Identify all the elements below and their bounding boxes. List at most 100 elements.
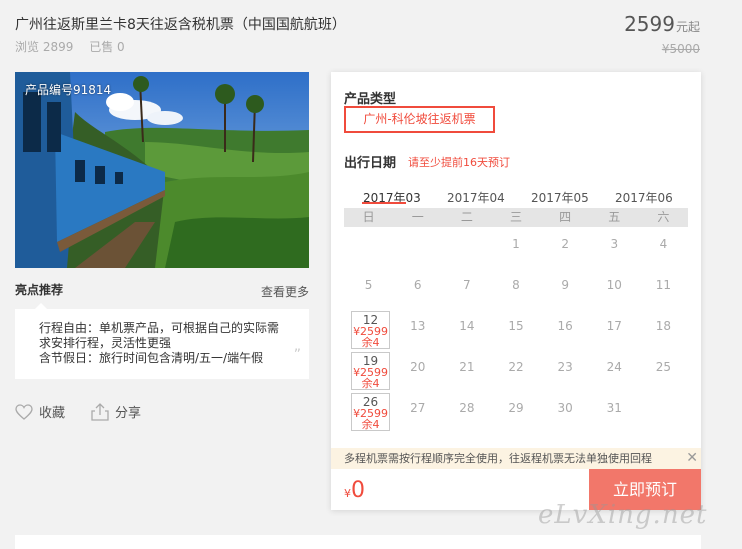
calendar-day: 14 xyxy=(442,309,491,350)
total-value: 0 xyxy=(351,478,365,503)
weekday: 五 xyxy=(608,210,621,224)
favorite-button[interactable]: 收藏 xyxy=(15,402,65,421)
weekday: 四 xyxy=(559,210,572,224)
share-button[interactable]: 分享 xyxy=(91,402,141,421)
calendar: 日 一 二 三 四 五 六 1 2 3 4 5 6 7 8 9 10 11 12 ¥2599 余4 13 14… xyxy=(344,208,688,432)
month-tab[interactable]: 2017年04 xyxy=(447,189,517,206)
action-bar: 收藏 分享 xyxy=(15,402,141,421)
day-number: 6 xyxy=(413,278,422,292)
product-type-label: 产品类型 xyxy=(344,92,397,107)
product-meta: 浏览 2899 已售 0 xyxy=(15,38,137,55)
highlight-line: 求安排行程，灵活性更强 xyxy=(39,336,172,350)
day-number xyxy=(344,227,393,237)
day-number: 19 xyxy=(362,354,379,368)
highlight-line: 含节假日：旅行时间包含清明/五一/端午假 xyxy=(39,351,264,365)
day-number: 10 xyxy=(606,278,622,292)
month-tab[interactable]: 2017年06 xyxy=(615,189,685,206)
day-number: 25 xyxy=(655,360,672,374)
highlights-title: 亮点推荐 xyxy=(15,283,64,297)
calendar-day: 4 xyxy=(639,227,688,268)
day-number: 23 xyxy=(557,360,573,374)
calendar-empty-cell xyxy=(344,227,393,268)
product-title: 广州往返斯里兰卡8天往返含税机票（中国国航航班） xyxy=(15,17,346,33)
calendar-day: 16 xyxy=(541,309,590,350)
active-month-indicator xyxy=(362,202,406,204)
calendar-day: 5 xyxy=(344,268,393,309)
calendar-day: 9 xyxy=(541,268,590,309)
day-number: 24 xyxy=(606,360,622,374)
day-number: 3 xyxy=(610,237,619,251)
notice-text: 多程机票需按行程顺序完全使用，往返程机票无法单独使用回程 xyxy=(344,452,652,465)
calendar-day[interactable]: 12 ¥2599 余4 xyxy=(351,311,391,349)
day-number: 12 xyxy=(362,313,379,327)
weekday: 三 xyxy=(509,210,522,224)
calendar-day: 3 xyxy=(590,227,639,268)
travel-date-label: 出行日期 xyxy=(344,156,397,171)
day-number xyxy=(639,391,688,401)
calendar-day: 18 xyxy=(639,309,688,350)
day-number: 16 xyxy=(557,319,573,333)
product-type-option[interactable]: 广州-科伦坡往返机票 xyxy=(344,106,495,133)
booking-panel: 产品类型 广州-科伦坡往返机票 出行日期 请至少提前16天预订 2017年03 … xyxy=(331,72,701,510)
weekday: 六 xyxy=(657,210,670,224)
day-number xyxy=(442,227,491,237)
day-number: 18 xyxy=(655,319,672,333)
highlights-box: 行程自由：单机票产品，可根据自己的实际需 求安排行程，灵活性更强 含节假日：旅行… xyxy=(15,303,309,379)
calendar-day: 2 xyxy=(541,227,590,268)
day-number: 28 xyxy=(459,401,475,415)
month-tab[interactable]: 2017年05 xyxy=(531,189,601,206)
day-number: 11 xyxy=(655,278,672,292)
original-price: ¥5000 xyxy=(661,42,700,56)
calendar-day: 6 xyxy=(393,268,442,309)
calendar-day: 27 xyxy=(393,391,442,432)
calendar-day: 8 xyxy=(491,268,540,309)
product-photo: 产品编号91814 xyxy=(15,72,309,268)
calendar-day: 20 xyxy=(393,350,442,391)
weekday: 一 xyxy=(411,210,424,224)
calendar-day: 17 xyxy=(590,309,639,350)
bottom-section xyxy=(15,535,701,549)
weekday: 二 xyxy=(460,210,473,224)
calendar-day: 13 xyxy=(393,309,442,350)
day-number: 15 xyxy=(508,319,524,333)
calendar-day: 28 xyxy=(442,391,491,432)
calendar-day: 31 xyxy=(590,391,639,432)
calendar-day: 24 xyxy=(590,350,639,391)
calendar-grid: 1 2 3 4 5 6 7 8 9 10 11 12 ¥2599 余4 13 14 15 16 17 18 19 ¥259… xyxy=(344,227,688,432)
weekday: 日 xyxy=(362,210,375,224)
day-number: 14 xyxy=(459,319,475,333)
calendar-empty-cell xyxy=(639,391,688,432)
calendar-day[interactable]: 19 ¥2599 余4 xyxy=(351,352,391,390)
day-number: 20 xyxy=(410,360,426,374)
price-box: 2599元起 ¥5000 xyxy=(624,12,700,56)
day-number: 8 xyxy=(512,278,520,292)
day-number: 29 xyxy=(508,401,524,415)
day-number: 31 xyxy=(606,401,622,415)
day-number: 5 xyxy=(364,278,373,292)
date-tip: 请至少提前16天预订 xyxy=(408,156,510,169)
heart-icon xyxy=(15,403,33,420)
calendar-day: 29 xyxy=(491,391,540,432)
calendar-day: 23 xyxy=(541,350,590,391)
price-value: 2599 xyxy=(624,12,675,36)
product-code: 产品编号91814 xyxy=(25,83,112,97)
train-landscape-image xyxy=(15,72,309,268)
total-price: ¥0 xyxy=(344,478,365,503)
close-icon[interactable]: ✕ xyxy=(686,448,698,469)
see-more-link[interactable]: 查看更多 xyxy=(261,283,309,300)
calendar-day: 22 xyxy=(491,350,540,391)
current-price: 2599元起 xyxy=(624,12,700,36)
sold-count: 已售 0 xyxy=(89,40,125,54)
share-label: 分享 xyxy=(115,406,142,421)
day-number: 4 xyxy=(659,237,668,251)
day-number: 7 xyxy=(463,278,471,292)
calendar-day[interactable]: 26 ¥2599 余4 xyxy=(351,393,391,431)
day-number: 26 xyxy=(362,395,379,409)
day-number: 27 xyxy=(410,401,426,415)
watermark: eLvXing.net xyxy=(538,500,708,530)
day-stock: 余4 xyxy=(361,377,380,390)
view-count: 浏览 2899 xyxy=(15,40,74,54)
calendar-day: 7 xyxy=(442,268,491,309)
day-number: 17 xyxy=(606,319,622,333)
currency-symbol: ¥ xyxy=(344,487,351,500)
